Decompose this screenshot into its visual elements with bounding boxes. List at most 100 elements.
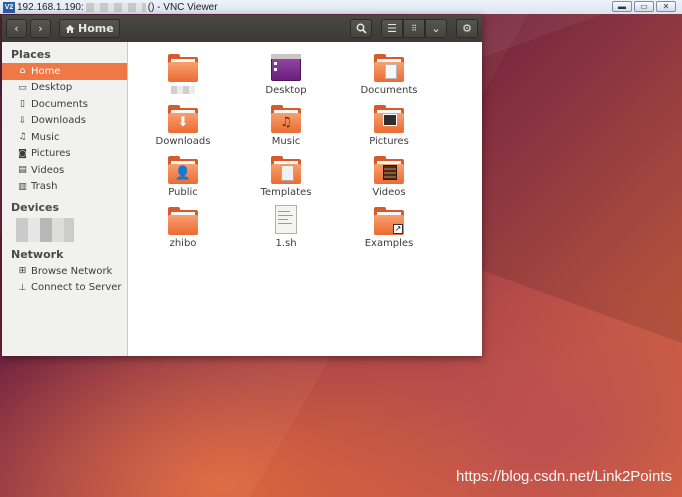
file-label: Documents bbox=[360, 85, 418, 96]
chevron-left-icon: ‹ bbox=[14, 22, 19, 35]
home-icon: ⌂ bbox=[19, 66, 26, 77]
sidebar-item-music[interactable]: ♫ Music bbox=[2, 129, 127, 146]
sidebar-item-downloads[interactable]: ⇩ Downloads bbox=[2, 113, 127, 130]
sidebar-item-label: Music bbox=[31, 131, 60, 143]
list-icon: ☰ bbox=[387, 22, 397, 35]
file-label: Templates bbox=[260, 187, 312, 198]
sidebar-item-label: Documents bbox=[31, 98, 89, 110]
sidebar-item-label: Home bbox=[31, 65, 61, 77]
downloads-folder-icon: ⬇ bbox=[167, 103, 199, 133]
trash-icon: ▥ bbox=[18, 181, 27, 192]
sidebar-item-pictures[interactable]: ◙ Pictures bbox=[2, 146, 127, 163]
file-label: Downloads bbox=[155, 136, 211, 147]
minimize-button[interactable]: ▬ bbox=[612, 1, 632, 12]
file-label: Videos bbox=[372, 187, 406, 198]
location-home-button[interactable]: Home bbox=[59, 19, 120, 38]
sidebar-item-label: Desktop bbox=[31, 82, 73, 94]
sidebar-item-documents[interactable]: ▯ Documents bbox=[2, 96, 127, 113]
sidebar-item-videos[interactable]: ▤ Videos bbox=[2, 162, 127, 179]
gear-icon: ⚙ bbox=[462, 22, 472, 35]
network-header: Network bbox=[11, 248, 64, 261]
sidebar-item-label: Trash bbox=[31, 181, 58, 193]
chevron-right-icon: › bbox=[38, 22, 43, 35]
file-label: Desktop bbox=[265, 85, 307, 96]
list-view-button[interactable]: ☰ bbox=[381, 19, 403, 38]
restore-button[interactable]: ▭ bbox=[634, 1, 654, 12]
redacted-text bbox=[85, 2, 146, 12]
devices-header: Devices bbox=[11, 201, 60, 214]
file-grid: Desktop Documents ⬇ Downloads ♫ Music Pi… bbox=[128, 42, 482, 356]
file-label: zhibo bbox=[169, 238, 197, 249]
documents-folder-icon bbox=[373, 52, 405, 82]
grid-view-button[interactable]: ⠿ bbox=[403, 19, 425, 38]
chevron-down-icon: ⌄ bbox=[431, 22, 441, 35]
sidebar: Places ⌂ Home ▭ Desktop ▯ Documents ⇩ Do… bbox=[2, 42, 128, 356]
script-file-icon bbox=[270, 205, 302, 235]
downloads-icon: ⇩ bbox=[18, 115, 27, 126]
grid-icon: ⠿ bbox=[411, 24, 417, 33]
pictures-folder-icon bbox=[373, 103, 405, 133]
file-label: Music bbox=[271, 136, 301, 147]
sidebar-item-desktop[interactable]: ▭ Desktop bbox=[2, 80, 127, 97]
sidebar-item-browse-network[interactable]: ⊞ Browse Network bbox=[2, 263, 127, 280]
file-item-examples[interactable]: ↗ Examples bbox=[344, 205, 434, 249]
search-button[interactable] bbox=[350, 19, 372, 38]
sidebar-item-label: Videos bbox=[31, 164, 65, 176]
file-item-documents[interactable]: Documents bbox=[344, 52, 434, 96]
network-icon: ⊞ bbox=[18, 266, 27, 277]
header-bar: ‹ › Home ☰ ⠿ ⌄ ⚙ bbox=[2, 15, 482, 42]
file-label: Public bbox=[168, 187, 198, 198]
examples-folder-icon: ↗ bbox=[373, 205, 405, 235]
redacted-device[interactable] bbox=[16, 218, 74, 242]
server-icon: ⊥ bbox=[18, 282, 27, 293]
sidebar-item-label: Pictures bbox=[31, 148, 71, 160]
file-item-videos[interactable]: Videos bbox=[344, 154, 434, 198]
music-icon: ♫ bbox=[18, 132, 27, 143]
documents-icon: ▯ bbox=[20, 99, 25, 110]
forward-button[interactable]: › bbox=[30, 19, 51, 38]
vnc-title-host: 192.168.1.190: bbox=[17, 1, 84, 13]
file-label: 1.sh bbox=[275, 238, 297, 249]
vnc-title-suffix: () - VNC Viewer bbox=[147, 1, 218, 13]
redacted-label bbox=[171, 86, 195, 94]
file-item-public[interactable]: 👤 Public bbox=[138, 154, 228, 198]
file-manager-window: ‹ › Home ☰ ⠿ ⌄ ⚙ Places ⌂ Home ▭ Desktop bbox=[2, 15, 482, 356]
back-button[interactable]: ‹ bbox=[6, 19, 27, 38]
folder-icon bbox=[167, 205, 199, 235]
file-label: Examples bbox=[364, 238, 414, 249]
desktop-folder-icon bbox=[270, 52, 302, 82]
videos-icon: ▤ bbox=[18, 165, 27, 176]
watermark-text: https://blog.csdn.net/Link2Points bbox=[456, 468, 672, 485]
file-item-downloads[interactable]: ⬇ Downloads bbox=[138, 103, 228, 147]
sidebar-item-label: Browse Network bbox=[31, 265, 113, 277]
sidebar-item-trash[interactable]: ▥ Trash bbox=[2, 179, 127, 196]
file-item-pictures[interactable]: Pictures bbox=[344, 103, 434, 147]
settings-button[interactable]: ⚙ bbox=[456, 19, 478, 38]
pictures-icon: ◙ bbox=[18, 148, 27, 159]
places-header: Places bbox=[11, 48, 51, 61]
file-item-templates[interactable]: Templates bbox=[241, 154, 331, 198]
close-button[interactable]: ✕ bbox=[656, 1, 676, 12]
sidebar-item-label: Connect to Server bbox=[31, 282, 122, 294]
search-icon bbox=[356, 23, 367, 34]
file-item-desktop[interactable]: Desktop bbox=[241, 52, 331, 96]
file-item-zhibo[interactable]: zhibo bbox=[138, 205, 228, 249]
music-folder-icon: ♫ bbox=[270, 103, 302, 133]
home-icon bbox=[65, 24, 75, 33]
view-options-button[interactable]: ⌄ bbox=[425, 19, 447, 38]
public-folder-icon: 👤 bbox=[167, 154, 199, 184]
desktop-icon: ▭ bbox=[18, 82, 27, 93]
location-label: Home bbox=[78, 22, 114, 35]
sidebar-item-label: Downloads bbox=[31, 115, 86, 127]
file-item-script[interactable]: 1.sh bbox=[241, 205, 331, 249]
sidebar-item-connect-server[interactable]: ⊥ Connect to Server bbox=[2, 280, 127, 297]
templates-folder-icon bbox=[270, 154, 302, 184]
file-label: Pictures bbox=[369, 136, 409, 147]
sidebar-item-home[interactable]: ⌂ Home bbox=[2, 63, 127, 80]
vnc-logo-icon: V2 bbox=[3, 1, 15, 13]
file-item-music[interactable]: ♫ Music bbox=[241, 103, 331, 147]
link-arrow-icon: ↗ bbox=[393, 224, 403, 234]
videos-folder-icon bbox=[373, 154, 405, 184]
file-item[interactable] bbox=[138, 52, 228, 94]
folder-icon bbox=[167, 52, 199, 82]
